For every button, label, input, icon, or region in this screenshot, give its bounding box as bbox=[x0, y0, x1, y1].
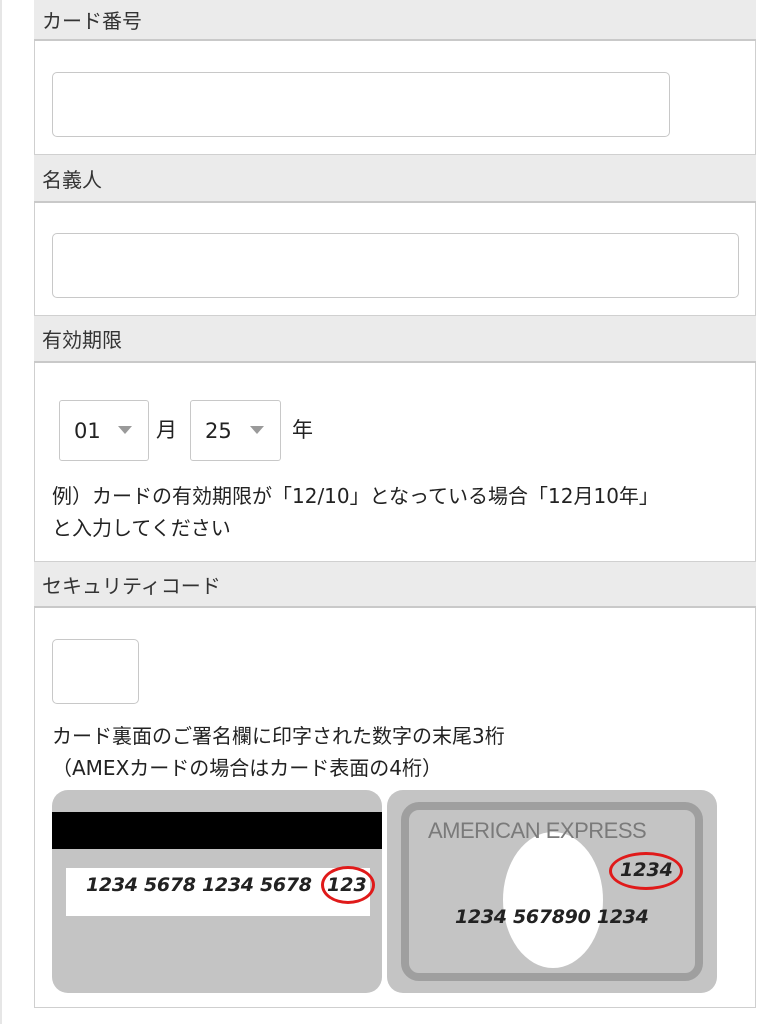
magnetic-stripe bbox=[52, 812, 382, 849]
section-header-holder: 名義人 bbox=[34, 154, 756, 203]
expiry-year-select[interactable]: 25 bbox=[190, 400, 281, 461]
section-header-expiry: 有効期限 bbox=[34, 315, 756, 363]
year-unit-label: 年 bbox=[292, 418, 313, 442]
page-left-border bbox=[0, 0, 2, 1024]
security-code-label: セキュリティコード bbox=[42, 573, 221, 598]
security-note-line1: カード裏面のご署名欄に印字された数字の末尾3桁 bbox=[52, 724, 505, 748]
card-front-number: 1234 567890 1234 bbox=[455, 906, 649, 928]
card-number-label: カード番号 bbox=[42, 9, 142, 33]
card-back-number: 1234 5678 1234 5678 bbox=[86, 874, 312, 896]
card-front-illustration: AMERICAN EXPRESS 1234 1234 567890 1234 bbox=[387, 790, 717, 993]
card-front-brand: AMERICAN EXPRESS bbox=[428, 818, 647, 843]
security-note-line2: （AMEXカードの場合はカード表面の4桁） bbox=[52, 756, 442, 780]
chevron-down-icon bbox=[250, 426, 264, 434]
expiry-year-value: 25 bbox=[205, 418, 232, 443]
expiry-month-value: 01 bbox=[74, 418, 101, 443]
card-back-code: 123 bbox=[327, 874, 367, 896]
card-front-code: 1234 bbox=[620, 859, 673, 881]
holder-label: 名義人 bbox=[42, 167, 102, 192]
section-header-card-number: カード番号 bbox=[34, 0, 756, 41]
chevron-down-icon bbox=[118, 426, 132, 434]
expiry-note-line2: と入力してください bbox=[52, 516, 231, 540]
card-front-portrait bbox=[503, 832, 603, 968]
expiry-month-select[interactable]: 01 bbox=[59, 400, 149, 461]
expiry-label: 有効期限 bbox=[42, 328, 122, 352]
expiry-note-line1: 例）カードの有効期限が「12/10」となっている場合「12月10年」 bbox=[52, 484, 659, 508]
card-number-input[interactable] bbox=[52, 72, 670, 137]
holder-name-input[interactable] bbox=[52, 233, 739, 298]
card-back-illustration: 1234 5678 1234 5678 123 bbox=[52, 790, 382, 993]
month-unit-label: 月 bbox=[156, 418, 177, 442]
security-code-input[interactable] bbox=[52, 639, 139, 704]
section-header-security-code: セキュリティコード bbox=[34, 561, 756, 608]
